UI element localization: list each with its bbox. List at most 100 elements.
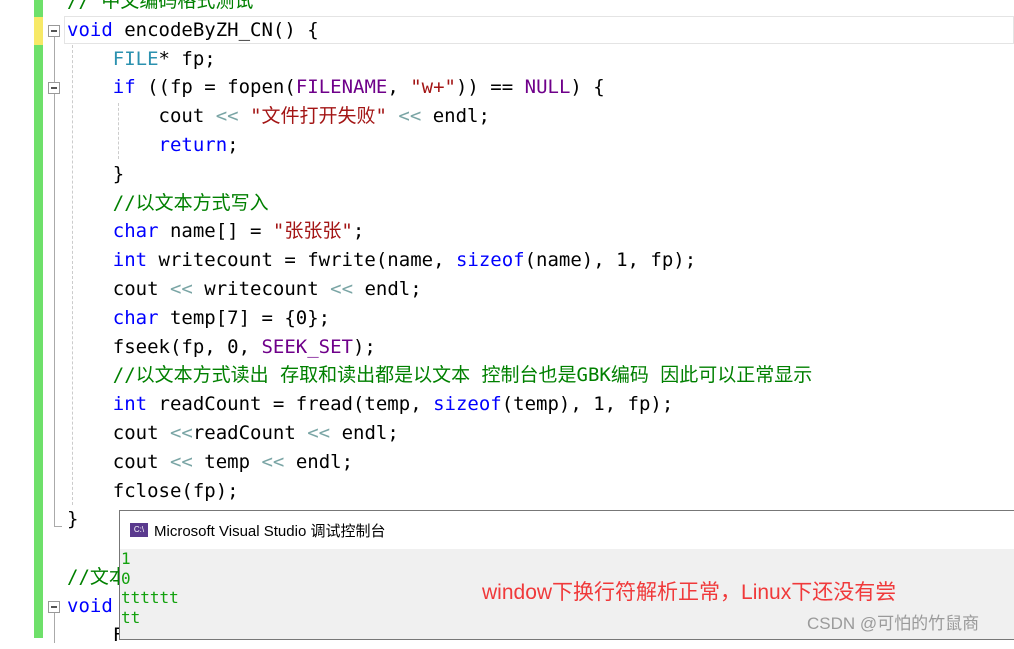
fold-line-end [54, 526, 62, 527]
code-token: fclose(fp); [67, 479, 239, 502]
code-line[interactable]: // 中文编码格式测试 [67, 0, 812, 16]
code-line[interactable]: cout << "文件打开失败" << endl; [67, 102, 812, 131]
code-token: << [169, 450, 193, 473]
annotation-text: window下换行符解析正常，Linux下还没有尝 [482, 581, 897, 604]
code-token: encodeByZH_CN() { [112, 18, 319, 41]
output-line: 1 [121, 549, 131, 568]
code-line[interactable]: return; [67, 131, 812, 160]
code-line[interactable]: fseek(fp, 0, SEEK_SET); [67, 333, 812, 362]
code-line[interactable]: //以文本方式写入 [67, 189, 812, 218]
code-token: // 中文编码格式测试 [67, 0, 254, 12]
code-token: NULL [524, 76, 571, 99]
collapse-icon[interactable] [48, 601, 60, 613]
code-token: fseek(fp, 0, [67, 335, 262, 358]
console-title: Microsoft Visual Studio 调试控制台 [154, 522, 386, 540]
code-line[interactable]: cout << writecount << endl; [67, 275, 812, 304]
console-app-icon: C:\ [130, 523, 148, 537]
code-token: temp[7] = {0}; [158, 306, 331, 329]
collapse-icon[interactable] [48, 82, 60, 94]
code-token: readCount [192, 421, 308, 444]
code-token: endl; [353, 277, 422, 300]
debug-console-window[interactable]: C:\ Microsoft Visual Studio 调试控制台 1 0 tt… [119, 510, 1014, 640]
code-line[interactable]: if ((fp = fopen(FILENAME, "w+")) == NULL… [67, 73, 812, 102]
code-token: FILE [112, 47, 159, 70]
code-line[interactable]: //以文本方式读出 存取和读出都是以文本 控制台也是GBK编码 因此可以正常显示 [67, 361, 813, 390]
unsaved-change-marker [34, 17, 43, 45]
code-token: cout [67, 105, 216, 128]
code-token: cout [67, 421, 170, 444]
console-title-bar[interactable]: C:\ Microsoft Visual Studio 调试控制台 [120, 511, 1014, 549]
code-token: * fp; [158, 47, 216, 70]
code-token: char [112, 306, 159, 329]
code-token: SEEK_SET [261, 335, 353, 358]
code-token: temp [192, 450, 262, 473]
code-token: << [307, 421, 331, 444]
code-token: writecount = fwrite(name, [147, 249, 456, 272]
code-token: int [112, 393, 148, 416]
code-line[interactable]: char temp[7] = {0}; [67, 304, 812, 333]
code-token: name[] = [158, 220, 273, 243]
code-token: ; [352, 220, 365, 243]
code-token: cout [67, 277, 170, 300]
fold-line [54, 37, 55, 82]
code-token: writecount [192, 277, 331, 300]
code-token: //以文本方式写入 [112, 191, 269, 214]
code-line[interactable]: char name[] = "张张张"; [67, 217, 812, 246]
code-token: } [67, 162, 125, 185]
code-token: endl; [421, 105, 490, 128]
code-token: return [158, 133, 228, 156]
code-token: char [112, 220, 159, 243]
code-token: F [67, 623, 125, 646]
code-line[interactable]: FILE* fp; [67, 45, 812, 74]
code-token: readCount = fread(temp, [147, 393, 434, 416]
code-token: sizeof [455, 249, 525, 272]
code-token: (name), 1, fp); [524, 249, 697, 272]
code-token: } [67, 508, 79, 531]
change-tracking-bar [34, 0, 43, 638]
code-token: ((fp = fopen( [135, 76, 296, 99]
watermark: CSDN @可怕的竹鼠商 [807, 614, 980, 633]
code-line[interactable]: cout <<readCount << endl; [67, 419, 812, 448]
code-token: ; [227, 133, 239, 156]
code-token: << [398, 105, 422, 128]
code-line[interactable]: } [67, 160, 812, 189]
code-token: )) == [455, 76, 525, 99]
code-token: << [169, 421, 193, 444]
code-token: endl; [284, 450, 354, 473]
code-token: endl; [330, 421, 399, 444]
line-gutter [0, 0, 33, 638]
code-token: ); [352, 335, 376, 358]
code-token: << [169, 277, 193, 300]
code-token: void [67, 18, 113, 41]
code-token: FILENAME [295, 76, 388, 99]
code-line[interactable]: cout << temp << endl; [67, 448, 812, 477]
code-token: << [261, 450, 285, 473]
code-token: , [387, 76, 411, 99]
code-token: sizeof [433, 393, 502, 416]
code-line[interactable]: void encodeByZH_CN() { [67, 16, 812, 45]
code-token: "w+" [410, 76, 456, 99]
code-token: (temp), 1, fp); [501, 393, 674, 416]
fold-line [54, 94, 55, 526]
collapse-icon[interactable] [48, 25, 60, 37]
code-line[interactable]: int readCount = fread(temp, sizeof(temp)… [67, 390, 812, 419]
code-line[interactable]: int writecount = fwrite(name, sizeof(nam… [67, 246, 812, 275]
code-token: << [215, 105, 239, 128]
code-token: //以文本方式读出 存取和读出都是以文本 控制台也是GBK编码 因此可以正常显示 [112, 364, 813, 387]
code-line[interactable]: fclose(fp); [67, 477, 812, 506]
code-token: if [112, 76, 136, 99]
code-token: "张张张" [272, 220, 353, 243]
code-token: << [330, 277, 354, 300]
code-token: void [67, 594, 113, 617]
